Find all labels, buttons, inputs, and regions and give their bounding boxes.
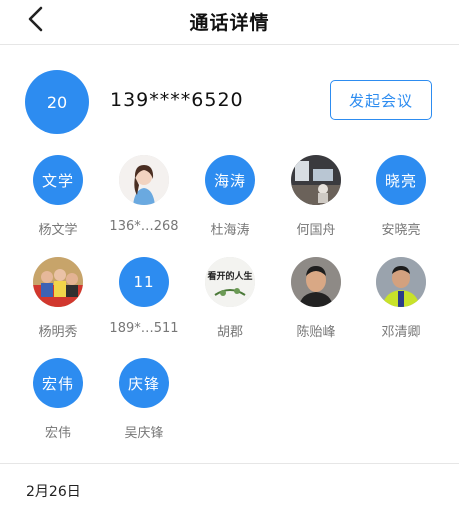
participant-name: 吴庆锋 — [124, 426, 164, 441]
participant-name: 136*…268 — [109, 219, 179, 234]
participant-name: 宏伟 — [44, 426, 71, 441]
participant-name: 杨明秀 — [38, 325, 78, 340]
participant-avatar: 晓亮 — [376, 155, 426, 205]
participant-avatar — [33, 257, 83, 307]
participant-item[interactable]: 何国舟 — [273, 155, 359, 247]
participant-avatar: 宏伟 — [33, 358, 83, 408]
participant-avatar: 看开的人生 — [205, 257, 255, 307]
participant-item[interactable]: 宏伟 宏伟 — [15, 358, 101, 450]
section-divider — [0, 463, 459, 464]
participant-avatar: 文学 — [33, 155, 83, 205]
participant-avatar: 11 — [119, 257, 169, 307]
room-scene-icon — [291, 155, 341, 205]
page-title: 通话详情 — [189, 12, 270, 34]
calligraphy-icon: 看开的人生 — [205, 257, 255, 307]
participant-item[interactable]: 杨明秀 — [15, 257, 101, 349]
caller-number: 139****6520 — [110, 89, 244, 111]
participant-item[interactable]: 庆锋 吴庆锋 — [101, 358, 187, 450]
participant-avatar — [376, 257, 426, 307]
participant-avatar: 庆锋 — [119, 358, 169, 408]
woman-portrait-icon — [119, 155, 169, 205]
caller-avatar[interactable]: 20 — [25, 70, 89, 134]
participant-item[interactable]: 晓亮 安晓亮 — [358, 155, 444, 247]
svg-text:看开的人生: 看开的人生 — [207, 270, 252, 282]
date-label: 2月26日 — [26, 484, 81, 500]
participant-avatar — [291, 155, 341, 205]
participant-item[interactable]: 文学 杨文学 — [15, 155, 101, 247]
participant-item[interactable]: 邓清卿 — [358, 257, 444, 349]
group-photo-icon — [33, 257, 83, 307]
participant-item[interactable]: 11 189*…511 — [101, 257, 187, 349]
participant-avatar — [119, 155, 169, 205]
worker-vest-icon — [376, 257, 426, 307]
participant-name: 胡郡 — [216, 325, 243, 340]
participant-item[interactable]: 海涛 杜海涛 — [187, 155, 273, 247]
participant-item[interactable]: 136*…268 — [101, 155, 187, 247]
participant-name: 安晓亮 — [381, 223, 421, 238]
participant-name: 何国舟 — [296, 223, 336, 238]
participant-item[interactable]: 陈贻峰 — [273, 257, 359, 349]
participant-name: 邓清卿 — [381, 325, 421, 340]
header-bar: 通话详情 — [0, 0, 459, 45]
man-portrait-icon — [291, 257, 341, 307]
start-meeting-button[interactable]: 发起会议 — [330, 80, 432, 120]
participant-name: 杜海涛 — [210, 223, 250, 238]
call-detail-page: 通话详情 20 139****6520 发起会议 文学 杨文学 136*…268… — [0, 0, 459, 508]
participant-avatar: 海涛 — [205, 155, 255, 205]
participant-item[interactable]: 看开的人生 胡郡 — [187, 257, 273, 349]
participant-name: 189*…511 — [109, 321, 179, 336]
participant-avatar — [291, 257, 341, 307]
participant-name: 杨文学 — [38, 223, 78, 238]
participant-name: 陈贻峰 — [296, 325, 336, 340]
